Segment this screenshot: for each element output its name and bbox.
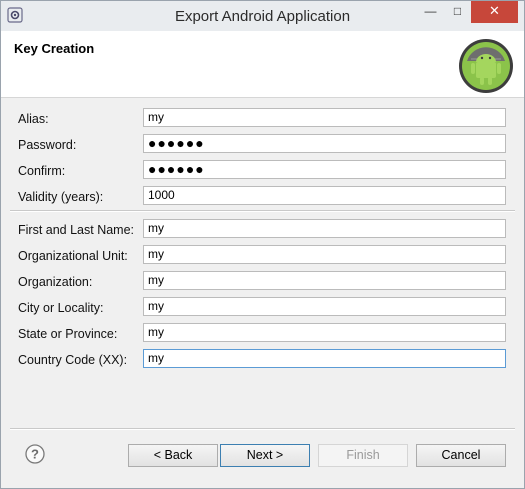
org-unit-row: Organizational Unit: (1, 245, 524, 269)
close-button[interactable]: ✕ (471, 1, 518, 23)
first-last-name-input[interactable] (143, 219, 506, 238)
confirm-label: Confirm: (18, 164, 66, 178)
wizard-header: Key Creation (1, 31, 524, 98)
android-logo-icon (459, 39, 513, 93)
export-dialog-window: Export Android Application — □ ✕ Key Cre… (0, 0, 525, 489)
state-province-label: State or Province: (18, 327, 118, 341)
minimize-button[interactable]: — (417, 1, 444, 23)
state-province-input[interactable] (143, 323, 506, 342)
alias-row: Alias: (1, 108, 524, 132)
password-row: Password: (1, 134, 524, 158)
form-separator (10, 210, 515, 212)
city-row: City or Locality: (1, 297, 524, 321)
alias-input[interactable] (143, 108, 506, 127)
city-locality-input[interactable] (143, 297, 506, 316)
validity-label: Validity (years): (18, 190, 104, 204)
back-button[interactable]: < Back (128, 444, 218, 467)
validity-input[interactable] (143, 186, 506, 205)
country-row: Country Code (XX): (1, 349, 524, 373)
country-code-label: Country Code (XX): (18, 353, 128, 367)
footer-separator (10, 428, 515, 430)
validity-row: Validity (years): (1, 186, 524, 210)
organization-input[interactable] (143, 271, 506, 290)
page-title: Key Creation (14, 41, 95, 56)
country-code-input[interactable] (143, 349, 506, 368)
organization-label: Organization: (18, 275, 93, 289)
confirm-row: Confirm: (1, 160, 524, 184)
finish-button[interactable]: Finish (318, 444, 408, 467)
password-label: Password: (18, 138, 77, 152)
password-input[interactable] (143, 134, 506, 153)
organizational-unit-label: Organizational Unit: (18, 249, 128, 263)
confirm-password-input[interactable] (143, 160, 506, 179)
maximize-button[interactable]: □ (444, 1, 471, 23)
cancel-button[interactable]: Cancel (416, 444, 506, 467)
organizational-unit-input[interactable] (143, 245, 506, 264)
alias-label: Alias: (18, 112, 49, 126)
city-locality-label: City or Locality: (18, 301, 104, 315)
svg-text:?: ? (31, 447, 39, 462)
organization-row: Organization: (1, 271, 524, 295)
first-last-name-label: First and Last Name: (18, 223, 135, 237)
next-button[interactable]: Next > (220, 444, 310, 467)
title-bar: Export Android Application — □ ✕ (1, 1, 524, 31)
state-row: State or Province: (1, 323, 524, 347)
help-icon[interactable]: ? (25, 444, 45, 464)
name-row: First and Last Name: (1, 219, 524, 243)
